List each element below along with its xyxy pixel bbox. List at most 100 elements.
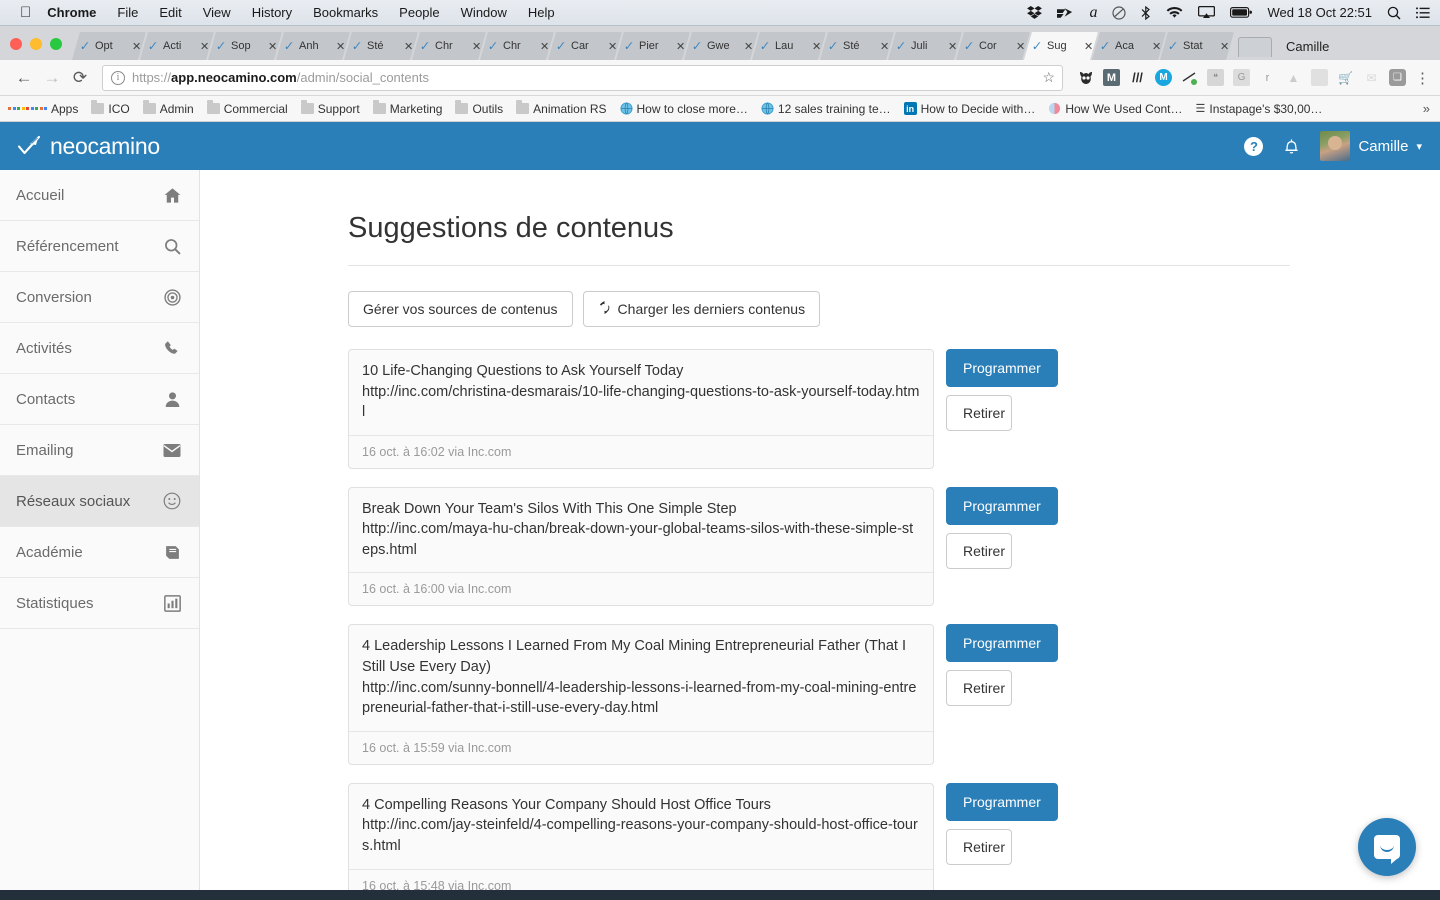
schedule-button[interactable]: Programmer [946, 349, 1058, 387]
browser-tab[interactable]: ✓ Sté ✕ [344, 32, 418, 60]
remove-button[interactable]: Retirer [946, 828, 1012, 865]
slashes-icon[interactable]: /// [1129, 69, 1146, 86]
sidebar-item-contacts[interactable]: Contacts [0, 374, 199, 425]
do-not-disturb-icon[interactable] [1112, 5, 1127, 20]
tab-close-icon[interactable]: ✕ [1016, 40, 1026, 53]
google-icon[interactable]: G [1233, 69, 1250, 86]
menu-item-edit[interactable]: Edit [159, 5, 181, 20]
tab-close-icon[interactable]: ✕ [132, 40, 142, 53]
transmit-icon[interactable] [1057, 7, 1074, 19]
menu-item-window[interactable]: Window [461, 5, 507, 20]
sidebar-item-emailing[interactable]: Emailing [0, 425, 199, 476]
tab-close-icon[interactable]: ✕ [200, 40, 210, 53]
bookmark-item[interactable]: Apps [8, 102, 78, 116]
menu-item-chrome[interactable]: Chrome [47, 5, 96, 20]
schedule-button[interactable]: Programmer [946, 782, 1058, 821]
bookmark-item[interactable]: Marketing [372, 100, 442, 116]
browser-tab[interactable]: ✓ Sop ✕ [208, 32, 282, 60]
bookmark-item[interactable]: Admin [142, 100, 194, 116]
bell-icon[interactable] [1283, 137, 1300, 155]
reload-button[interactable]: ⟳ [66, 68, 94, 88]
bookmark-item[interactable]: How We Used Cont… [1048, 102, 1183, 116]
browser-tab[interactable]: ✓ Gwe ✕ [684, 32, 758, 60]
mention-icon[interactable]: M [1155, 69, 1172, 86]
three-dots-menu-icon[interactable]: ⋮ [1415, 69, 1430, 87]
sidebar-item-statistiques[interactable]: Statistiques [0, 578, 199, 629]
tab-close-icon[interactable]: ✕ [676, 40, 686, 53]
browser-tab[interactable]: ✓ Chr ✕ [480, 32, 554, 60]
cart-icon[interactable]: 🛒 [1337, 69, 1354, 86]
tab-close-icon[interactable]: ✕ [404, 40, 414, 53]
bookmark-item[interactable]: 12 sales training te… [761, 102, 891, 116]
browser-tab[interactable]: ✓ Sug ✕ [1024, 32, 1098, 60]
browser-tab[interactable]: ✓ Pier ✕ [616, 32, 690, 60]
tab-close-icon[interactable]: ✕ [948, 40, 958, 53]
alfred-icon[interactable]: a [1089, 4, 1097, 22]
minimize-window-button[interactable] [30, 38, 42, 50]
bookmarks-overflow-button[interactable]: » [1423, 101, 1432, 116]
pocket-icon[interactable]: ❏ [1389, 69, 1406, 86]
bookmark-item[interactable]: Support [300, 100, 360, 116]
schedule-button[interactable]: Programmer [946, 624, 1058, 663]
address-bar[interactable]: i https://app.neocamino.com/admin/social… [102, 64, 1063, 91]
user-menu[interactable]: Camille ▾ [1320, 131, 1422, 161]
tab-close-icon[interactable]: ✕ [336, 40, 346, 53]
schedule-button[interactable]: Programmer [946, 486, 1058, 525]
browser-tab[interactable]: ✓ Sté ✕ [820, 32, 894, 60]
tab-close-icon[interactable]: ✕ [744, 40, 754, 53]
menu-item-history[interactable]: History [252, 5, 292, 20]
browser-tab[interactable]: ✓ Lau ✕ [752, 32, 826, 60]
tab-close-icon[interactable]: ✕ [1220, 40, 1230, 53]
bookmark-item[interactable]: How to close more… [619, 102, 748, 116]
sidebar-item-conversion[interactable]: Conversion [0, 272, 199, 323]
menu-item-bookmarks[interactable]: Bookmarks [313, 5, 378, 20]
bookmark-item[interactable]: ☰ Instapage's $30,00… [1196, 102, 1323, 116]
remove-button[interactable]: Retirer [946, 532, 1012, 569]
wifi-icon[interactable] [1166, 6, 1183, 19]
bookmark-item[interactable]: ICO [91, 100, 130, 116]
app-logo[interactable]: neocamino [16, 133, 160, 160]
browser-tab[interactable]: ✓ Car ✕ [548, 32, 622, 60]
sidebar-item-activit-s[interactable]: Activités [0, 323, 199, 374]
tab-close-icon[interactable]: ✕ [472, 40, 482, 53]
tab-close-icon[interactable]: ✕ [540, 40, 550, 53]
bookmark-item[interactable]: Outils [455, 100, 503, 116]
quote-icon[interactable]: ❝ [1207, 69, 1224, 86]
info-circle-icon[interactable]: i [111, 70, 125, 85]
intercom-chat-button[interactable] [1358, 818, 1416, 876]
manage-sources-button[interactable]: Gérer vos sources de contenus [348, 291, 573, 327]
tab-close-icon[interactable]: ✕ [608, 40, 618, 53]
browser-tab[interactable]: ✓ Opt ✕ [72, 32, 146, 60]
sidebar-item-accueil[interactable]: Accueil [0, 170, 199, 221]
battery-icon[interactable] [1230, 7, 1253, 18]
bookmark-item[interactable]: Animation RS [516, 100, 607, 116]
remove-button[interactable]: Retirer [946, 395, 1012, 431]
card-url[interactable]: http://inc.com/sunny-bonnell/4-leadershi… [362, 678, 920, 719]
card-url[interactable]: http://inc.com/christina-desmarais/10-li… [362, 382, 920, 423]
airplay-icon[interactable] [1198, 6, 1216, 19]
card-url[interactable]: http://inc.com/jay-steinfeld/4-compellin… [362, 815, 920, 856]
browser-profile-name[interactable]: Camille [1286, 39, 1329, 54]
sales-icon[interactable] [1181, 69, 1198, 86]
grid-icon[interactable] [1311, 69, 1328, 86]
r-icon[interactable]: r [1259, 69, 1276, 86]
load-latest-content-button[interactable]: Charger les derniers contenus [582, 291, 821, 327]
browser-tab[interactable]: ✓ Anh ✕ [276, 32, 350, 60]
owl-icon[interactable] [1077, 69, 1094, 86]
sidebar-item-acad-mie[interactable]: Académie [0, 527, 199, 578]
menu-item-help[interactable]: Help [528, 5, 555, 20]
remove-button[interactable]: Retirer [946, 670, 1012, 707]
drive-icon[interactable]: ▲ [1285, 69, 1302, 86]
dropbox-icon[interactable] [1027, 6, 1043, 19]
bookmark-star-icon[interactable]: ☆ [1042, 69, 1055, 86]
bookmark-item[interactable]: in How to Decide with… [903, 102, 1035, 116]
forward-button[interactable]: → [38, 68, 66, 88]
tab-close-icon[interactable]: ✕ [812, 40, 822, 53]
tab-close-icon[interactable]: ✕ [880, 40, 890, 53]
help-circle-icon[interactable]: ? [1244, 136, 1264, 156]
browser-tab[interactable]: ✓ Aca ✕ [1092, 32, 1166, 60]
spotlight-search-icon[interactable] [1387, 6, 1401, 20]
bluetooth-icon[interactable] [1141, 5, 1151, 20]
mail-icon[interactable]: ✉ [1363, 69, 1380, 86]
maximize-window-button[interactable] [50, 38, 62, 50]
